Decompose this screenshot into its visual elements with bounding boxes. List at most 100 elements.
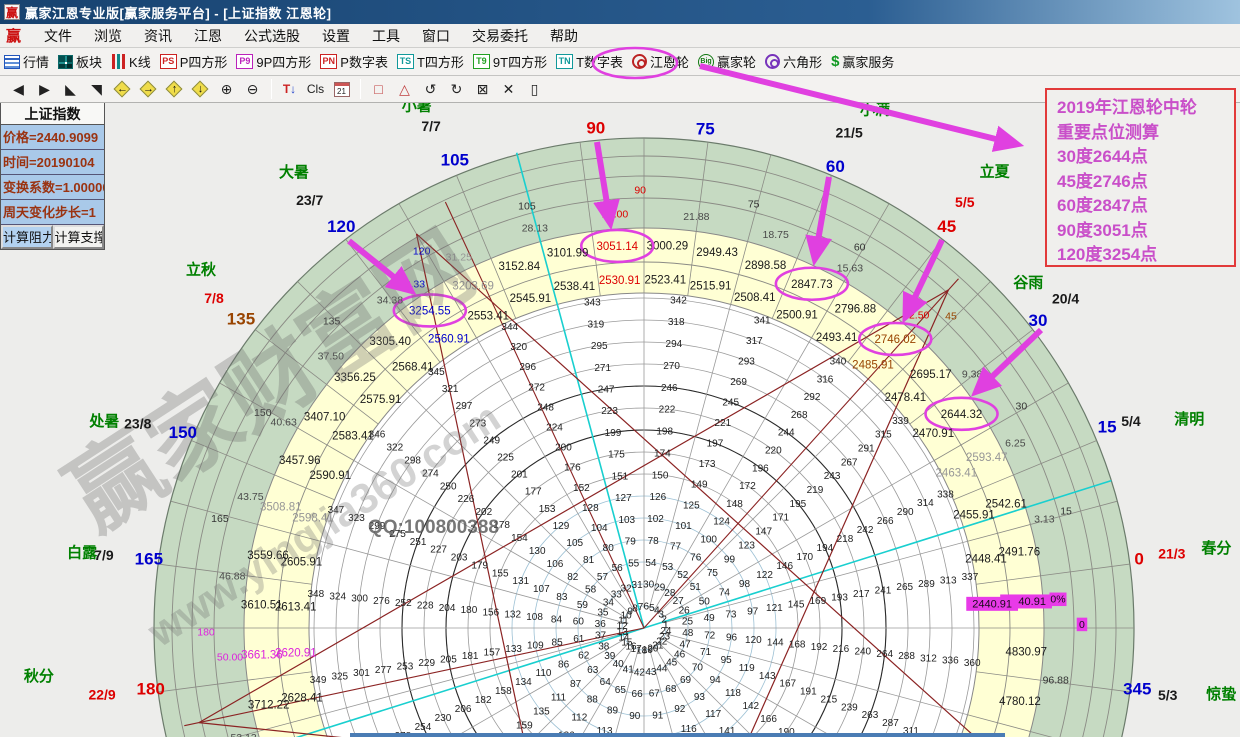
triangle-tool-icon[interactable]: △ [392, 78, 417, 100]
menu-item-4[interactable]: 江恩 [183, 28, 233, 44]
toolbar-button-板块[interactable]: 板块 [58, 52, 102, 71]
annotation-line-5: 60度2847点 [1057, 194, 1234, 219]
diamond-left-icon[interactable]: ← [110, 78, 135, 100]
outer-price-label: 4830.97 [1005, 646, 1047, 658]
wheel-number: 254 [415, 722, 432, 733]
calc-resistance-button[interactable]: 计算阻力 [1, 225, 53, 249]
wheel-number: 43 [645, 667, 657, 678]
wheel-number: 182 [475, 695, 492, 706]
calc-support-button[interactable]: 计算支撑 [53, 225, 105, 249]
toolbar-button-T四方形[interactable]: TST四方形 [397, 52, 464, 71]
wheel-number: 118 [725, 688, 741, 699]
inner-price-label: 2583.41 [332, 430, 374, 442]
toolbar-button-9P四方形[interactable]: P99P四方形 [236, 52, 311, 71]
wheel-number: 37 [595, 630, 607, 641]
menu-item-10[interactable]: 帮助 [539, 28, 589, 44]
up-left-icon[interactable]: ◣ [58, 78, 83, 100]
toolbar-button-赢家服务[interactable]: $赢家服务 [831, 52, 894, 71]
cls-button[interactable]: Cls [303, 78, 328, 100]
index-name: 上证指数 [1, 103, 104, 125]
toolbar-button-江恩轮[interactable]: 江恩轮 [632, 52, 689, 71]
wheel-number: 80 [603, 543, 615, 554]
inner-price-label: 2553.41 [467, 311, 509, 323]
main-toolbar: 行情板块 K线 PSP四方形 P99P四方形 PNP数字表 TST四方形 T99T四方形 TN… [0, 48, 1240, 76]
wheel-number: 227 [430, 545, 447, 556]
app-logo-icon: 赢 [6, 25, 21, 46]
diamond-up-icon[interactable]: ↑ [162, 78, 187, 100]
wheel-number: 166 [760, 714, 777, 725]
wheel-number: 86 [558, 659, 570, 670]
inner-price-label: 2485.91 [852, 360, 894, 372]
rotate-cw-icon[interactable]: ↻ [444, 78, 469, 100]
wheel-number: 300 [351, 594, 368, 605]
term-date-label: 21/5 [835, 125, 862, 141]
wheel-number: 241 [875, 586, 892, 597]
zoom-in-icon[interactable]: ⊕ [214, 78, 239, 100]
forward-icon[interactable]: ▶ [32, 78, 57, 100]
wheel-number: 171 [772, 513, 789, 524]
toolbar-button-行情[interactable]: 行情 [4, 52, 49, 71]
wheel-number: 69 [680, 675, 692, 686]
back-icon[interactable]: ◀ [6, 78, 31, 100]
resize-icon[interactable]: ✕ [496, 78, 521, 100]
box-x-icon[interactable]: ⊠ [470, 78, 495, 100]
wheel-number: 74 [719, 588, 731, 599]
calendar-icon[interactable]: 21 [329, 78, 354, 100]
menu-item-8[interactable]: 窗口 [411, 28, 461, 44]
menu-item-1[interactable]: 文件 [33, 28, 83, 44]
pointer-icon[interactable]: ▯ [522, 78, 547, 100]
toolbar-button-P数字表[interactable]: PNP数字表 [320, 52, 388, 71]
rotate-ccw-icon[interactable]: ↺ [418, 78, 443, 100]
degree-label: 165 [211, 513, 229, 525]
wheel-number: 55 [628, 558, 640, 569]
wheel-number: 194 [817, 543, 834, 554]
down-right-icon[interactable]: ◥ [84, 78, 109, 100]
toolbar-button-T数字表[interactable]: TNT数字表 [556, 52, 623, 71]
term-date-label: 5/4 [1121, 413, 1141, 429]
term-date-label: 23/8 [124, 415, 151, 431]
time-range-icon[interactable]: T↓ [277, 78, 302, 100]
toolbar-button-六角形[interactable]: 六角形 [765, 52, 822, 71]
diamond-right-icon[interactable]: → [136, 78, 161, 100]
zoom-out-icon[interactable]: ⊖ [240, 78, 265, 100]
percent-highlight: 0% [1050, 594, 1065, 606]
diamond-down-icon[interactable]: ↓ [188, 78, 213, 100]
inner-price-label: 2455.91 [953, 509, 995, 521]
toolbar-button-9T四方形[interactable]: T99T四方形 [473, 52, 547, 71]
toolbar-button-赢家轮[interactable]: Big赢家轮 [698, 52, 756, 71]
menu-item-5[interactable]: 公式选股 [233, 28, 311, 44]
wheel-number: 93 [694, 692, 706, 703]
inner-price-label: 2508.41 [734, 292, 776, 304]
wheel-number: 266 [877, 516, 894, 527]
menu-item-6[interactable]: 设置 [311, 28, 361, 44]
wheel-number: 50 [699, 597, 711, 608]
solar-term-label: 惊蛰 [1206, 685, 1236, 703]
inner-price-label: 2515.91 [690, 280, 732, 292]
wheel-number: 179 [471, 560, 488, 571]
menu-item-2[interactable]: 浏览 [83, 28, 133, 44]
wheel-number: 65 [615, 685, 627, 696]
wheel-number: 219 [807, 485, 824, 496]
menu-item-7[interactable]: 工具 [361, 28, 411, 44]
toolbar-button-P四方形[interactable]: PSP四方形 [160, 52, 228, 71]
wheel-number: 49 [704, 613, 716, 624]
wheel-number: 90 [629, 711, 641, 722]
outer-degree-label: 75 [696, 120, 715, 139]
outer-degree-label: 90 [586, 118, 605, 137]
outer-degree-label: 15 [1098, 418, 1117, 437]
wheel-number: 197 [707, 439, 724, 450]
solar-term-label: 春分 [1201, 539, 1231, 557]
wheel-number: 245 [722, 398, 739, 409]
rect-tool-icon[interactable]: □ [366, 78, 391, 100]
annotation-box: 2019年江恩轮中轮重要点位测算30度2644点45度2746点60度2847点… [1045, 88, 1236, 267]
toolbar-button-K线[interactable]: K线 [111, 52, 151, 71]
wheel-number: 244 [778, 428, 795, 439]
wheel-number: 63 [587, 665, 599, 676]
wheel-number: 174 [654, 448, 671, 459]
wheel-number: 109 [527, 641, 544, 652]
wheel-number: 220 [765, 446, 782, 457]
menu-item-3[interactable]: 资讯 [133, 28, 183, 44]
outer-price-label: 2796.88 [835, 304, 877, 316]
menu-item-9[interactable]: 交易委托 [461, 28, 539, 44]
wheel-number: 177 [525, 487, 542, 498]
